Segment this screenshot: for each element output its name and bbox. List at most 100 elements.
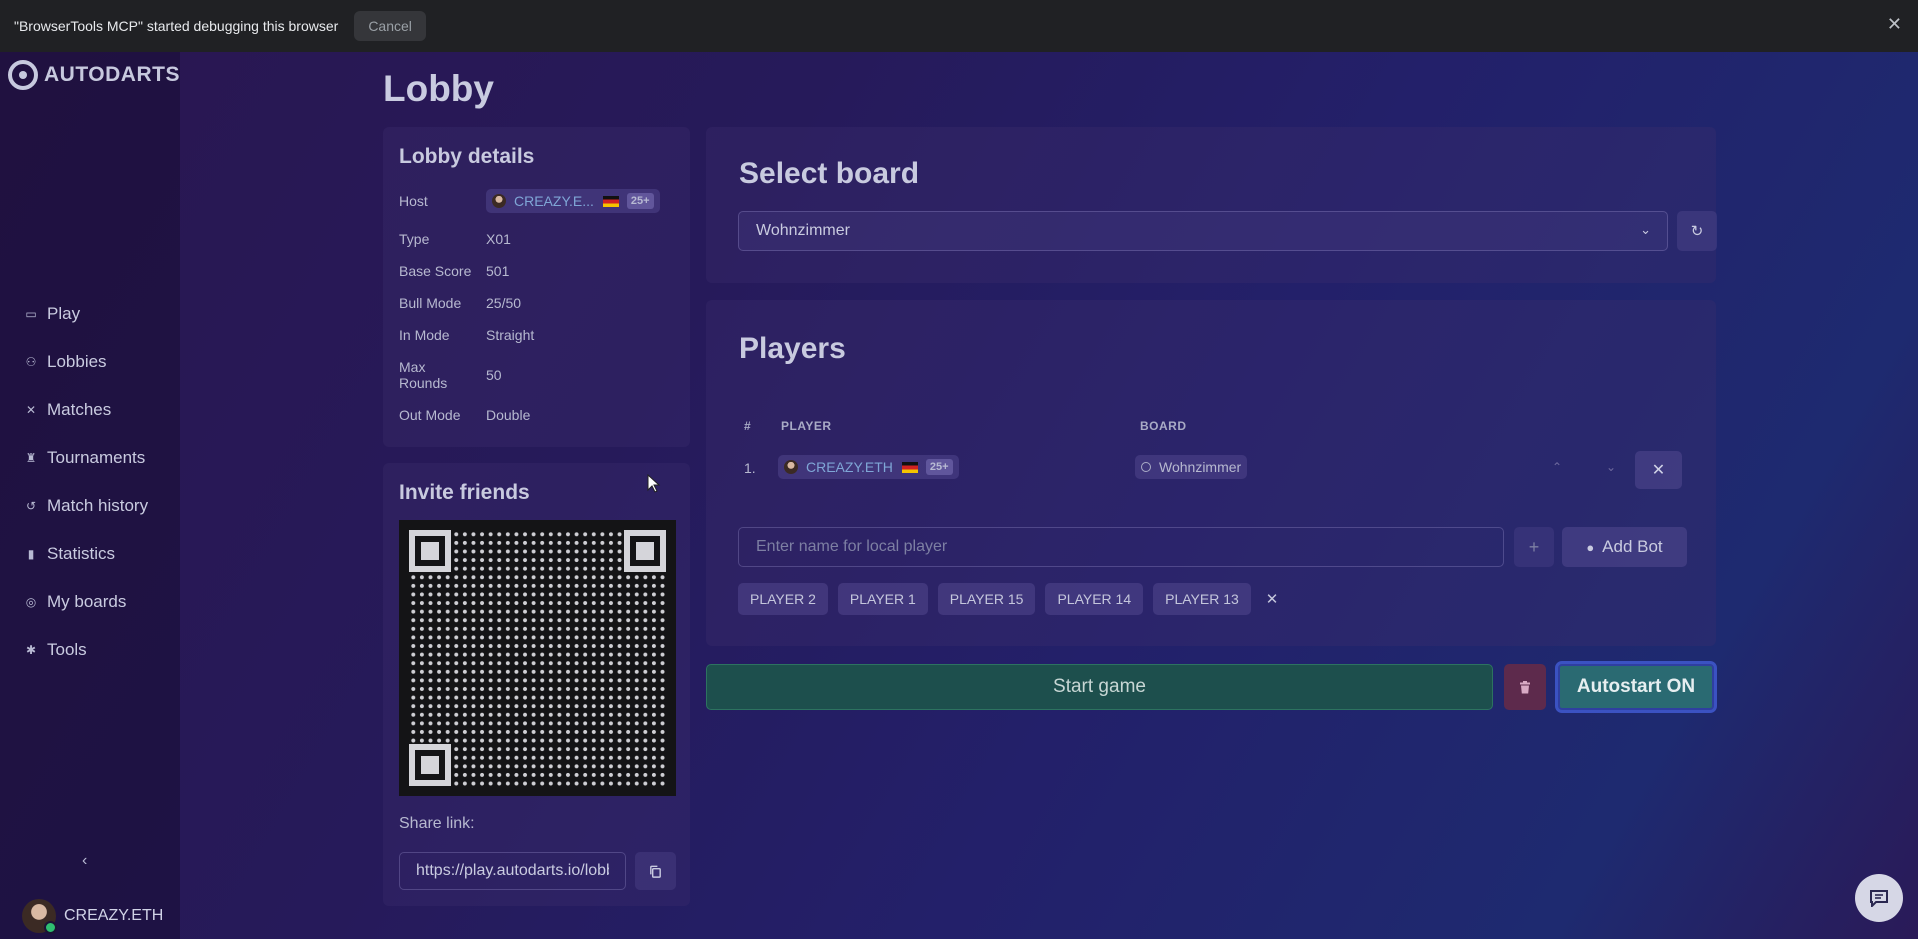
detail-value: X01 [486, 231, 511, 247]
qr-code [399, 520, 676, 796]
column-header-board: BOARD [1140, 419, 1187, 433]
users-icon: ⚇ [25, 355, 37, 369]
detail-label: In Mode [399, 327, 450, 343]
detail-label: Base Score [399, 263, 472, 279]
detail-row: Base Score 501 [399, 263, 509, 279]
host-name: CREAZY.E... [514, 193, 594, 209]
brand-logo[interactable]: AUTODARTS [8, 60, 180, 90]
player-row-number: 1. [744, 460, 756, 476]
sidebar-item-label: Lobbies [47, 352, 107, 371]
invite-friends-card: Invite friends Share link: [383, 463, 690, 906]
recent-player-chip[interactable]: PLAYER 13 [1153, 583, 1251, 615]
local-player-name-input[interactable] [738, 527, 1504, 567]
detail-value: 50 [486, 367, 502, 383]
puzzle-icon: ✱ [25, 643, 37, 657]
add-local-player-button[interactable]: + [1514, 527, 1554, 567]
sidebar-item-label: Tools [47, 640, 87, 659]
player-board-name: Wohnzimmer [1159, 459, 1242, 475]
remove-player-button[interactable]: ✕ [1635, 451, 1682, 489]
close-icon[interactable]: ✕ [1887, 14, 1902, 35]
recent-player-chip[interactable]: PLAYER 14 [1045, 583, 1144, 615]
detail-value: Straight [486, 327, 535, 343]
select-board-card: Select board Wohnzimmer ⌄ ↻ [706, 127, 1717, 283]
column-header-number: # [744, 419, 752, 433]
target-icon [1141, 462, 1151, 472]
qr-finder-pattern [409, 744, 451, 786]
sidebar-nav: ▭ Play ⚇ Lobbies ✕ Matches ♜ Tournaments… [0, 290, 180, 674]
start-game-button[interactable]: Start game [706, 664, 1493, 710]
lobby-details-card: Lobby details Host CREAZY.E... 25+ Type … [383, 127, 690, 447]
sidebar-item-match-history[interactable]: ↺ Match history [0, 482, 180, 530]
sidebar-item-play[interactable]: ▭ Play [0, 290, 180, 338]
sidebar-item-tools[interactable]: ✱ Tools [0, 626, 180, 674]
robot-icon: ● [1586, 539, 1595, 555]
move-down-icon[interactable]: ⌄ [1606, 460, 1616, 474]
germany-flag-icon [602, 195, 619, 207]
detail-label: Host [399, 193, 428, 209]
gamepad-icon: ▭ [25, 307, 37, 321]
dartboard-logo-icon [8, 60, 38, 90]
recent-player-chip[interactable]: PLAYER 2 [738, 583, 828, 615]
user-profile[interactable]: CREAZY.ETH [22, 899, 164, 934]
sidebar-item-my-boards[interactable]: ◎ My boards [0, 578, 180, 626]
chat-icon [1870, 890, 1888, 907]
detail-label: Bull Mode [399, 295, 462, 311]
detail-row: In Mode Straight [399, 327, 534, 343]
detail-value: 25/50 [486, 295, 522, 311]
level-badge: 25+ [925, 459, 953, 475]
sidebar-item-tournaments[interactable]: ♜ Tournaments [0, 434, 180, 482]
target-icon: ◎ [25, 595, 37, 609]
move-up-icon[interactable]: ⌃ [1552, 460, 1562, 474]
lobby-details-title: Lobby details [399, 145, 535, 168]
trophy-icon: ♜ [25, 451, 37, 465]
detail-row: Out Mode Double [399, 407, 530, 423]
player-chip[interactable]: CREAZY.ETH 25+ [778, 455, 959, 479]
page-title: Lobby [383, 68, 494, 109]
bar-chart-icon: ▮ [27, 547, 35, 561]
sidebar-item-label: Statistics [47, 544, 116, 563]
debug-cancel-button[interactable]: Cancel [354, 11, 426, 41]
recent-player-chip[interactable]: PLAYER 1 [837, 583, 928, 615]
detail-label: Type [399, 231, 430, 247]
board-select[interactable]: Wohnzimmer ⌄ [738, 211, 1668, 251]
avatar [22, 899, 57, 934]
qr-finder-pattern [624, 530, 666, 572]
recent-player-chip[interactable]: PLAYER 15 [937, 583, 1036, 615]
sidebar-item-lobbies[interactable]: ⚇ Lobbies [0, 338, 180, 386]
detail-row-host: Host CREAZY.E... 25+ [399, 189, 660, 213]
players-card: Players # PLAYER BOARD 1. CREAZY.ETH 25+… [706, 300, 1716, 646]
copy-link-button[interactable] [635, 852, 676, 890]
chat-button[interactable] [1855, 874, 1903, 922]
mouse-cursor-icon [647, 474, 661, 493]
refresh-icon: ↻ [1690, 223, 1704, 240]
user-name: CREAZY.ETH [64, 907, 164, 924]
close-icon: ✕ [1651, 462, 1666, 479]
trash-icon [1520, 680, 1530, 693]
sidebar-item-label: Matches [47, 400, 112, 419]
share-link-label: Share link: [399, 815, 475, 832]
delete-lobby-button[interactable] [1504, 664, 1546, 710]
chevron-left-icon[interactable]: ‹ [82, 852, 87, 870]
column-header-player: PLAYER [781, 419, 832, 433]
refresh-boards-button[interactable]: ↻ [1677, 211, 1717, 251]
share-link-input[interactable] [399, 852, 626, 890]
qr-finder-pattern [409, 530, 451, 572]
add-bot-button[interactable]: ● Add Bot [1562, 527, 1687, 567]
add-bot-label: Add Bot [1602, 537, 1663, 556]
sidebar-item-statistics[interactable]: ▮ Statistics [0, 530, 180, 578]
recent-players: PLAYER 2 PLAYER 1 PLAYER 15 PLAYER 14 PL… [738, 583, 1278, 615]
player-board-chip[interactable]: Wohnzimmer [1135, 455, 1248, 479]
sidebar-item-label: Play [47, 304, 81, 323]
select-board-title: Select board [739, 157, 920, 190]
detail-row: Type X01 [399, 231, 511, 247]
clear-recent-players-icon[interactable]: ✕ [1266, 590, 1279, 608]
detail-value: Double [486, 407, 531, 423]
level-badge: 25+ [626, 193, 654, 209]
detail-value: 501 [486, 263, 510, 279]
host-chip[interactable]: CREAZY.E... 25+ [486, 189, 660, 213]
autostart-toggle-button[interactable]: Autostart ON [1555, 661, 1717, 713]
sidebar-item-matches[interactable]: ✕ Matches [0, 386, 180, 434]
history-icon: ↺ [25, 499, 37, 513]
players-title: Players [739, 332, 846, 365]
board-select-value: Wohnzimmer [756, 222, 850, 239]
